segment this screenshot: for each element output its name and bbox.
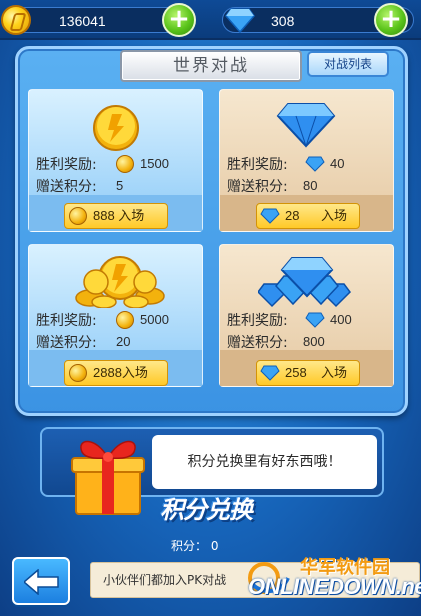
diamond-icon [260,365,280,381]
points-balance: 积分： 0 [171,539,219,553]
points-label: 赠送积分: [227,179,288,195]
diamond-icon [225,8,255,33]
enter-room-3-button[interactable]: 2888入场 [64,360,168,386]
diamond-icon [276,103,336,148]
entry-label: 入场 [321,365,348,380]
exchange-message: 积分兑换里有好东西哦！ [152,435,377,489]
entry-cost: 258 [285,365,307,380]
arrow-left-icon [24,569,59,595]
add-coins-button[interactable]: + [162,3,196,37]
reward-value: 400 [330,312,352,327]
diamond-icon [305,312,325,328]
diamond-pile-icon [258,257,351,308]
diamond-icon [260,208,280,224]
coin-icon [116,155,134,173]
entry-cost: 888 入场 [93,208,145,223]
points-value: 80 [303,178,318,193]
points-value: 20 [116,334,131,349]
points-label: 赠送积分: [227,335,288,351]
gold-coin-icon [93,105,139,151]
entry-label: 入场 [321,208,348,223]
coin-pile-icon [75,256,165,308]
entry-cost: 2888入场 [93,365,148,380]
watermark-en: ONLINEDOWN.net [248,574,421,599]
coin-icon [69,207,87,225]
entry-cost: 28 [285,208,300,223]
reward-value: 40 [330,156,345,171]
coin-icon [1,5,31,35]
battle-list-button[interactable]: 对战列表 [307,51,389,77]
reward-label: 胜利奖励: [227,157,288,173]
points-label: 赠送积分: [36,335,97,351]
resource-bar: 136041 + 308 + [0,0,421,40]
reward-value: 1500 [140,156,169,171]
enter-room-2-button[interactable]: 28 入场 [256,203,360,229]
enter-room-1-button[interactable]: 888 入场 [64,203,168,229]
coin-icon [116,311,134,329]
points-value: 800 [303,334,325,349]
reward-label: 胜利奖励: [36,313,97,329]
back-button[interactable] [12,557,70,605]
gift-box-icon [71,440,145,515]
points-value: 5 [116,178,124,193]
add-gems-button[interactable]: + [374,3,408,37]
coin-icon [69,364,87,382]
coin-balance-value: 136041 [59,13,106,29]
reward-value: 5000 [140,312,169,327]
reward-label: 胜利奖励: [36,157,97,173]
gem-balance-value: 308 [271,13,295,29]
exchange-title[interactable]: 积分兑换 [160,490,280,528]
diamond-icon [305,156,325,172]
points-label: 赠送积分: [36,179,97,195]
enter-room-4-button[interactable]: 258 入场 [256,360,360,386]
reward-label: 胜利奖励: [227,313,288,329]
panel-title: 世界对战 [120,50,302,82]
